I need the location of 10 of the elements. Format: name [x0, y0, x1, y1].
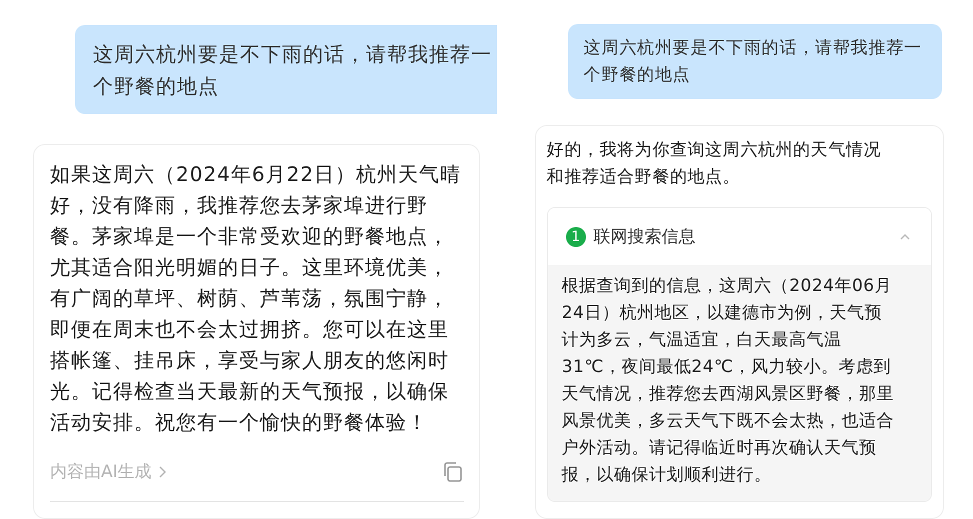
reply-text: 如果这周六（2024年6月22日）杭州天气晴好，没有降雨，我推荐您去茅家埠进行野餐。茅家埠是一个非常受欢迎的野餐地点，尤其适合阳光明媚的日子。这里环境优美，有广阔的草坪、树荫、芦苇荡，氛围宁静，即便在周末也不会太过拥挤。您可以在这里搭帐篷、挂吊床，享受与家人朋友的悠闲时光。记得检查当天最新的天气预报，以确保活动安排。祝您有一个愉快的野餐体验！	[50, 161, 462, 436]
search-title: 联网搜索信息	[594, 226, 697, 248]
copy-icon[interactable]	[442, 460, 464, 482]
reply-text: 好的，我将为你查询这周六杭州的天气情况和推荐适合野餐的地点。	[546, 139, 882, 189]
chevron-icon[interactable]	[158, 464, 168, 478]
caret-icon[interactable]	[899, 232, 911, 240]
user-message: 这周六杭州要是不下雨的话，请帮我推荐一个野餐的地点	[75, 25, 497, 114]
user-message: 这周六杭州要是不下雨的话，请帮我推荐一个野餐的地点	[568, 24, 942, 99]
step-badge: 1	[566, 226, 586, 246]
search-result-text: 根据查询到的信息，这周六（2024年06月24日）杭州地区，以建德市为例，天气预计为多云，气温适宜，白天最高气温31℃，夜间最低24℃，风力较小。考虑到天气情况，推荐您去西湖风景区野餐，那里风景优美，多云天气下既不会太热，也适合户外活动。请记得临近时再次确认天气预报，以确保计划顺利进行。	[548, 265, 931, 501]
